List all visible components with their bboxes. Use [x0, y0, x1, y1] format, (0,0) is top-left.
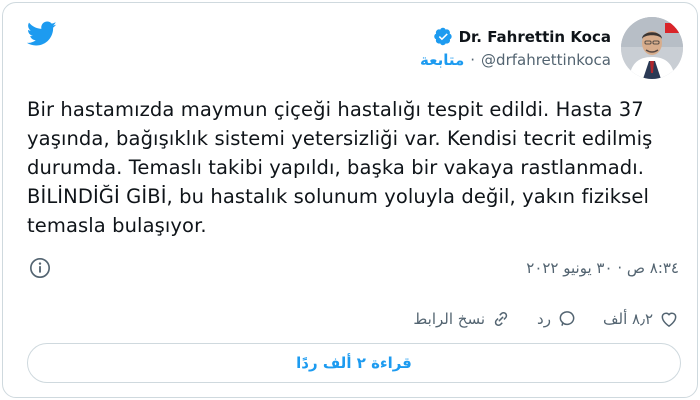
avatar[interactable] [621, 17, 683, 79]
link-icon [494, 311, 508, 327]
likes-count: ٨٫٢ ألف [602, 310, 653, 328]
read-replies-button[interactable]: قراءة ٢ ألف ردًا [27, 343, 681, 383]
reply-bubble-icon [559, 311, 575, 326]
tweet-actions: ٨٫٢ ألف رد نسخ الرابط [413, 309, 679, 329]
author-handle[interactable]: @drfahrettinkoca [481, 51, 611, 69]
tweet-text: Bir hastamızda maymun çiçeği hastalığı t… [27, 98, 653, 237]
reply-button[interactable]: رد [537, 309, 577, 329]
tweet-timestamp[interactable]: ٨:٣٤ ص · ٣٠ يونيو ٢٠٢٢ [526, 259, 679, 277]
twitter-bird-icon[interactable] [27, 21, 57, 47]
info-icon[interactable] [29, 257, 51, 279]
author-display-name[interactable]: Dr. Fahrettin Koca [459, 28, 611, 46]
like-button[interactable]: ٨٫٢ ألف [603, 309, 679, 329]
author-handle-row: متابعة · @drfahrettinkoca [420, 51, 611, 69]
verified-badge-icon [433, 27, 452, 46]
copy-link-button[interactable]: نسخ الرابط [413, 309, 511, 329]
heart-icon [661, 312, 677, 327]
avatar-image [621, 17, 683, 79]
follow-button[interactable]: متابعة [420, 51, 464, 69]
reply-label: رد [537, 310, 551, 328]
separator-dot: · [470, 51, 476, 69]
copy-link-label: نسخ الرابط [413, 310, 486, 328]
tweet-card: Dr. Fahrettin Koca متابعة · @drfahrettin… [2, 2, 698, 398]
author-name-row: Dr. Fahrettin Koca [433, 27, 611, 46]
